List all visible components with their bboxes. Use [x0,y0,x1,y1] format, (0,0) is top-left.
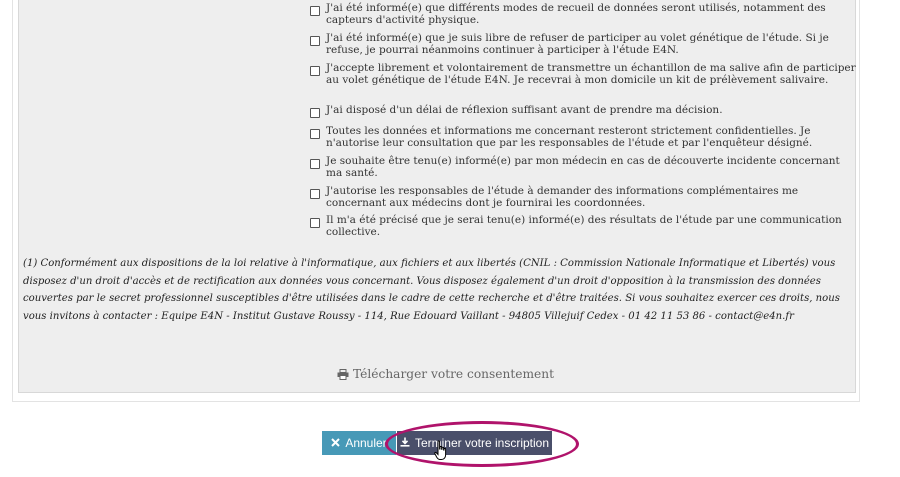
consent-label: J'ai disposé d'un délai de réflexion suf… [326,104,723,116]
consent-item-genetic-refusal[interactable]: J'ai été informé(e) que je suis libre de… [309,32,856,56]
consent-checkbox[interactable] [310,6,320,16]
consent-checkbox[interactable] [310,218,320,228]
download-consent-link[interactable]: Télécharger votre consentement [337,367,554,381]
consent-item-saliva-sample[interactable]: J'accepte librement et volontairement de… [309,62,856,86]
consent-checkbox[interactable] [310,108,320,118]
download-consent-label: Télécharger votre consentement [353,367,554,381]
cancel-button[interactable]: Annuler [322,431,396,455]
consent-checkbox[interactable] [310,66,320,76]
consent-label: Toutes les données et informations me co… [326,125,813,149]
consent-checkbox[interactable] [310,189,320,199]
consent-checkbox[interactable] [310,129,320,139]
cancel-label: Annuler [345,436,387,450]
consent-label: J'autorise les responsables de l'étude à… [326,185,799,209]
consent-item-incidental-findings[interactable]: Je souhaite être tenu(e) informé(e) par … [309,155,856,179]
consent-item-doctor-info[interactable]: J'autorise les responsables de l'étude à… [309,185,856,209]
consent-label: Je souhaite être tenu(e) informé(e) par … [326,155,840,179]
consent-item-results-communication[interactable]: Il m'a été précisé que je serai tenu(e) … [309,214,856,238]
cnil-footnote: (1) Conformément aux dispositions de la … [23,258,840,323]
consent-label: J'ai été informé(e) que je suis libre de… [326,32,829,56]
consent-checkbox[interactable] [310,159,320,169]
consent-item-confidentiality[interactable]: Toutes les données et informations me co… [309,125,856,149]
close-icon [331,436,341,450]
consent-checkbox[interactable] [310,36,320,46]
consent-label: Il m'a été précisé que je serai tenu(e) … [326,214,842,238]
consent-label: J'ai été informé(e) que différents modes… [326,2,826,26]
download-icon [400,436,410,450]
consent-item-reflection-delay[interactable]: J'ai disposé d'un délai de réflexion suf… [309,104,856,118]
finish-label: Terminer votre inscription [414,436,550,450]
finish-registration-button[interactable]: Terminer votre inscription [397,431,552,455]
consent-label: J'accepte librement et volontairement de… [326,62,856,86]
consent-item-data-collection[interactable]: J'ai été informé(e) que différents modes… [309,2,856,26]
printer-icon [337,368,349,380]
